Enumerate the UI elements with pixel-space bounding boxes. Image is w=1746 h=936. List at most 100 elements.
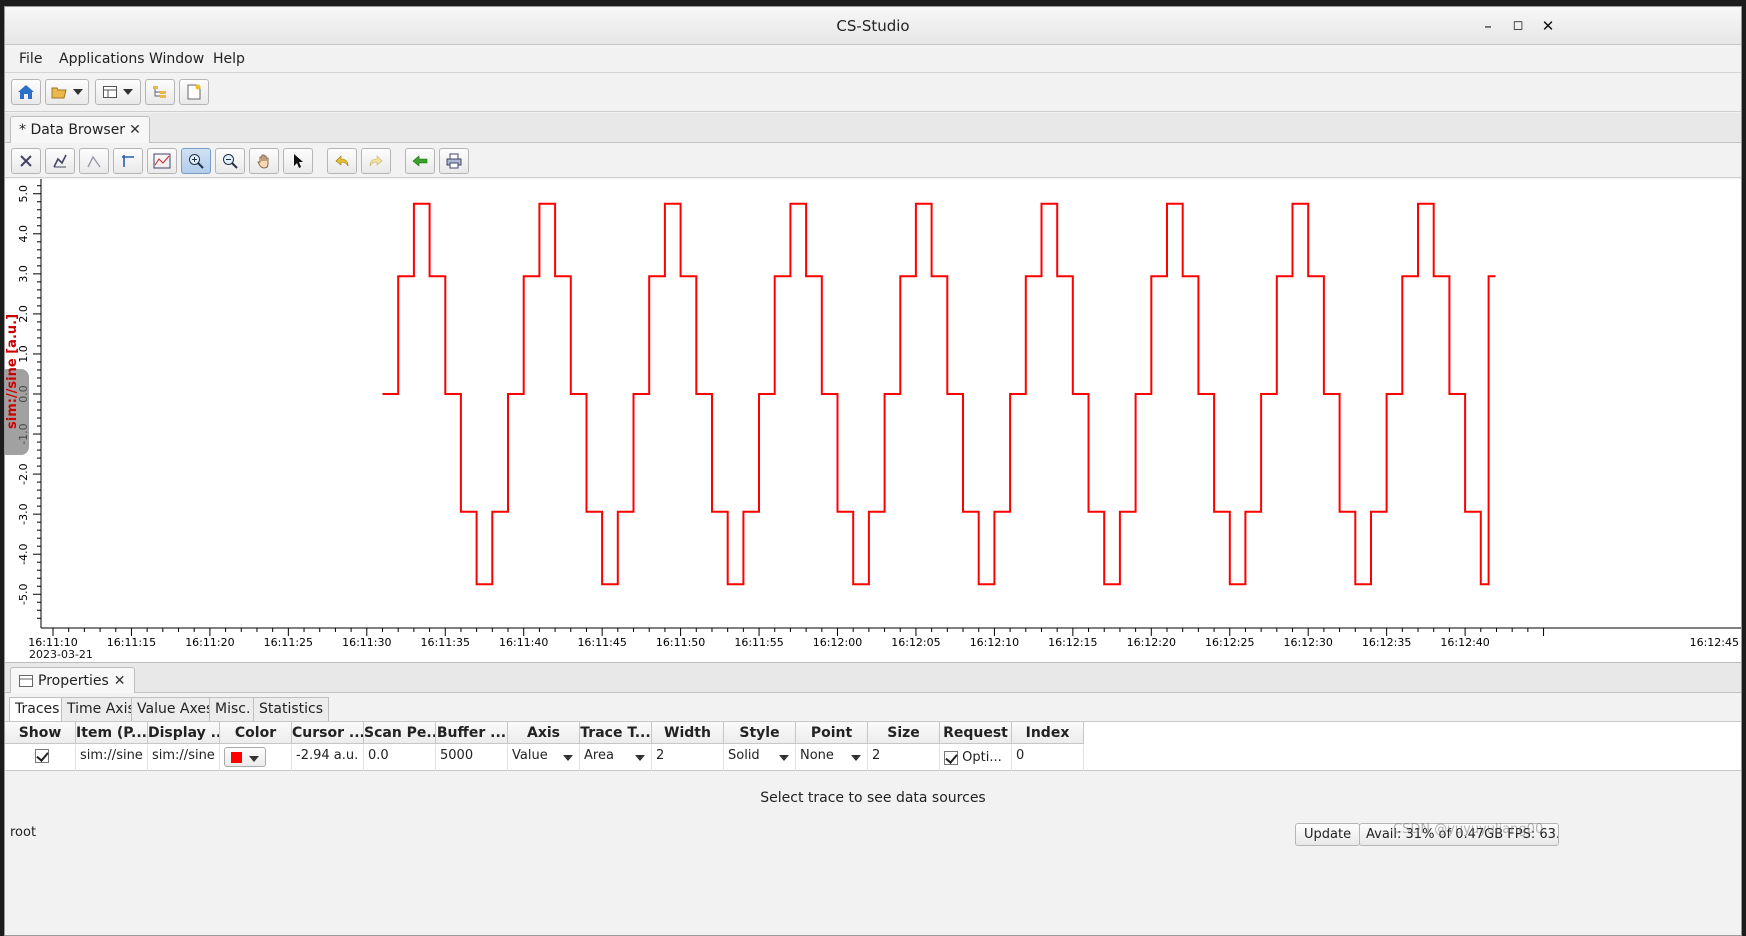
menu-window[interactable]: Window — [149, 51, 204, 67]
trace-type-combo-value: Area — [584, 748, 614, 763]
tab-properties[interactable]: Properties ✕ — [10, 667, 135, 693]
zoom-out-button[interactable] — [215, 148, 245, 174]
column-header-request[interactable]: Request — [940, 722, 1012, 744]
x-tick-label: 16:11:20 — [185, 636, 234, 649]
y-axis-title: sim://sine [a.u.] — [5, 313, 20, 429]
undo-icon — [335, 155, 349, 167]
cell-request[interactable]: Opti... — [940, 745, 1012, 771]
axis-combo-value: Value — [512, 748, 548, 763]
print-button[interactable] — [439, 148, 469, 174]
zoom-out-icon — [223, 154, 238, 169]
crosshair-button[interactable] — [113, 148, 143, 174]
request-checkbox[interactable] — [944, 750, 958, 765]
menu-applications[interactable]: Applications — [59, 51, 145, 67]
back-button[interactable] — [405, 148, 435, 174]
cell-buffer[interactable]: 5000 — [436, 745, 508, 771]
x-tick-label: 16:11:40 — [499, 636, 548, 649]
tab-misc[interactable]: Misc. — [209, 697, 257, 721]
editor-tab-bar: * Data Browser ✕ — [5, 113, 1741, 143]
point-combo-value: None — [800, 748, 834, 763]
close-icon[interactable]: ✕ — [114, 673, 126, 689]
tab-statistics[interactable]: Statistics — [253, 697, 329, 721]
chevron-down-icon — [123, 89, 133, 95]
chevron-down-icon — [249, 756, 259, 762]
x-tick-label: 16:12:20 — [1127, 636, 1176, 649]
x-tick-label: 16:12:30 — [1283, 636, 1332, 649]
update-button[interactable]: Update — [1295, 823, 1361, 846]
y-tick-label: 3.0 — [17, 265, 30, 283]
checkbox-checked[interactable] — [35, 749, 49, 763]
traces-table: Show Item (P... Display ... Color Cursor… — [5, 721, 1741, 771]
cell-item[interactable]: sim://sine — [76, 745, 148, 771]
x-axis-date: 2023-03-21 — [29, 648, 93, 661]
x-tick-label: 16:11:30 — [342, 636, 391, 649]
close-button[interactable]: ✕ — [1537, 15, 1559, 37]
column-header-cursor[interactable]: Cursor ... — [292, 722, 364, 744]
zoom-in-button[interactable] — [181, 148, 211, 174]
cell-scan-period[interactable]: 0.0 — [364, 745, 436, 771]
time-series-chart[interactable]: 5.04.03.02.01.00.0-1.0-2.0-3.0-4.0-5.0 1… — [5, 179, 1742, 663]
y-tick-label: -5.0 — [17, 584, 30, 605]
chevron-down-icon — [635, 755, 645, 761]
cell-color[interactable] — [220, 745, 292, 771]
main-toolbar — [5, 74, 1741, 112]
stagger-button[interactable] — [45, 148, 75, 174]
x-tick-label: 16:12:10 — [970, 636, 1019, 649]
column-header-index[interactable]: Index — [1012, 722, 1084, 744]
properties-icon — [19, 674, 33, 687]
properties-sub-tabs: Traces Time Axis Value Axes Misc. Statis… — [5, 695, 1741, 721]
color-picker-button[interactable] — [224, 747, 266, 767]
pan-button[interactable] — [249, 148, 279, 174]
column-header-buffer[interactable]: Buffer ... — [436, 722, 508, 744]
column-header-size[interactable]: Size — [868, 722, 940, 744]
cell-point[interactable]: None — [796, 745, 868, 771]
cell-width[interactable]: 2 — [652, 745, 724, 771]
arrow-left-icon — [412, 155, 428, 167]
tab-label: Properties — [38, 672, 109, 689]
column-header-scan-period[interactable]: Scan Pe... — [364, 722, 436, 744]
navigator-button[interactable] — [145, 79, 175, 105]
minimize-button[interactable]: – — [1477, 15, 1499, 37]
undo-button[interactable] — [327, 148, 357, 174]
plot-area[interactable]: 5.04.03.02.01.00.0-1.0-2.0-3.0-4.0-5.0 1… — [5, 179, 1741, 663]
tab-data-browser[interactable]: * Data Browser ✕ — [10, 116, 150, 143]
new-document-button[interactable] — [179, 79, 209, 105]
home-button[interactable] — [11, 79, 41, 105]
column-header-style[interactable]: Style — [724, 722, 796, 744]
column-header-width[interactable]: Width — [652, 722, 724, 744]
configure-button[interactable] — [11, 148, 41, 174]
menu-file[interactable]: File — [19, 51, 42, 67]
status-user: root — [10, 825, 37, 840]
column-header-point[interactable]: Point — [796, 722, 868, 744]
close-icon[interactable]: ✕ — [129, 122, 141, 138]
column-header-display[interactable]: Display ... — [148, 722, 220, 744]
watermark: CSDN @yuyuyuliang00 — [1393, 822, 1544, 837]
perspective-button[interactable] — [95, 79, 141, 105]
y-tick-label: -2.0 — [17, 463, 30, 484]
x-tick-label: 16:12:05 — [891, 636, 940, 649]
x-tick-label: 16:11:55 — [734, 636, 783, 649]
cell-axis[interactable]: Value — [508, 745, 580, 771]
pointer-button[interactable] — [283, 148, 313, 174]
column-header-axis[interactable]: Axis — [508, 722, 580, 744]
tab-time-axis[interactable]: Time Axis — [61, 697, 141, 721]
column-header-item[interactable]: Item (P... — [76, 722, 148, 744]
grid-button[interactable] — [147, 148, 177, 174]
menu-help[interactable]: Help — [213, 51, 245, 67]
redo-button[interactable] — [361, 148, 391, 174]
tab-traces[interactable]: Traces — [9, 697, 66, 721]
maximize-button[interactable]: ◻ — [1507, 15, 1529, 37]
autoscale-button[interactable] — [79, 148, 109, 174]
menu-bar: File Applications Window Help — [5, 46, 1741, 73]
cell-size[interactable]: 2 — [868, 745, 940, 771]
tab-value-axes[interactable]: Value Axes — [131, 697, 220, 721]
column-header-trace-type[interactable]: Trace T... — [580, 722, 652, 744]
cell-trace-type[interactable]: Area — [580, 745, 652, 771]
column-header-show[interactable]: Show — [5, 722, 76, 744]
column-header-color[interactable]: Color — [220, 722, 292, 744]
open-button[interactable] — [45, 79, 89, 105]
cell-style[interactable]: Solid — [724, 745, 796, 771]
request-label: Opti... — [962, 750, 1002, 765]
show-checkbox[interactable] — [5, 745, 76, 771]
cell-display[interactable]: sim://sine — [148, 745, 220, 771]
